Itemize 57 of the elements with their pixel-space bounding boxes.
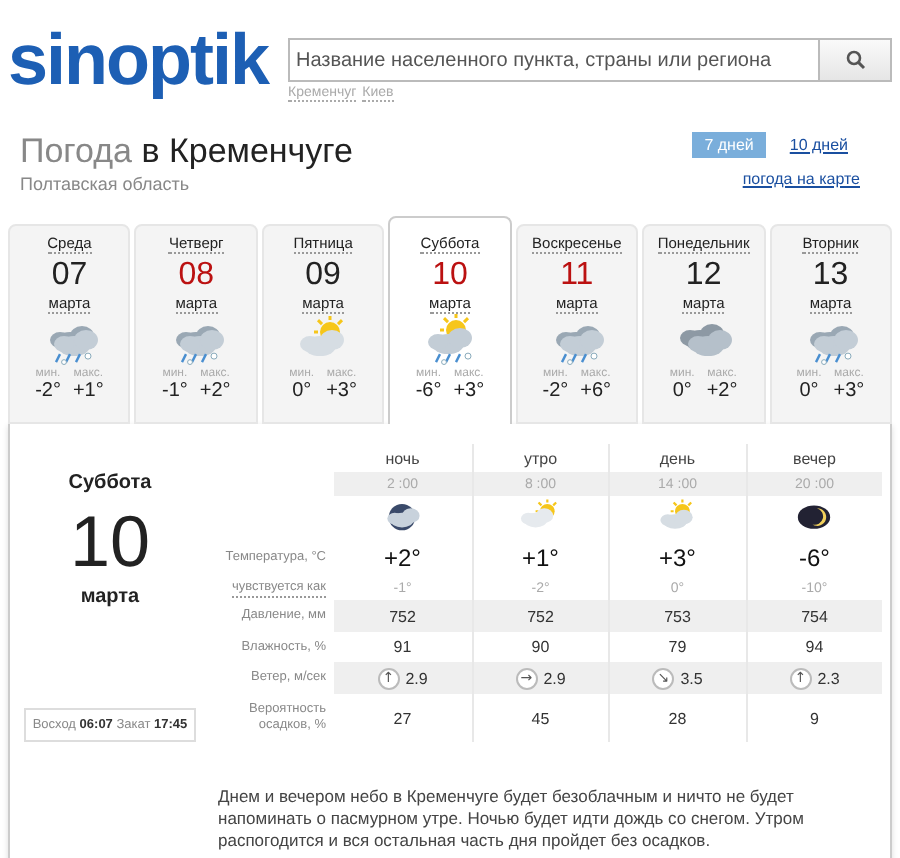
min-temperature: 0° [292,380,312,403]
day-date: 08 [178,258,215,294]
max-temperature: +3° [326,380,357,403]
min-temperature: -2° [542,380,569,403]
humidity-value: 90 [531,638,550,656]
search-button[interactable] [820,38,892,82]
day-date: 10 [432,258,468,294]
search-icon [845,50,865,70]
period-name: день [659,449,696,467]
temperature-value: +3° [659,544,696,572]
day-date: 07 [51,258,88,294]
max-temperature: +3° [453,380,485,403]
wind-speed-value: 3.5 [680,669,703,687]
day-date: 11 [560,258,594,294]
pressure-value: 752 [527,607,554,625]
max-temperature: +2° [706,380,738,403]
max-temperature: +2° [199,380,231,403]
sinoptik-logo[interactable]: sinoptik [8,16,269,104]
pressure-value: 752 [389,607,416,625]
humidity-value: 94 [805,638,824,656]
pressure-value: 754 [801,607,828,625]
max-temperature: +1° [72,380,104,403]
min-temperature: -1° [161,380,188,403]
period-name: ночь [385,449,420,467]
min-temperature: 0° [672,380,692,403]
page-title: Погода в Кременчуге [20,132,353,172]
day-date: 09 [305,258,341,294]
forecast-range-tab[interactable]: 10 дней [777,132,860,158]
search-field[interactable]: Название населенного пункта, страны или региона [288,38,820,82]
precipitation-value: 27 [393,709,412,727]
min-temperature: -6° [415,380,442,403]
min-temperature: 0° [799,380,819,403]
selected-date: 10 [69,502,151,582]
temperature-value: +1° [522,544,559,572]
min-temperature: -2° [35,380,61,403]
precipitation-value: 28 [668,709,687,727]
precipitation-value: 9 [810,709,819,727]
period-name: утро [523,449,558,467]
temperature-value: -6° [799,544,830,572]
period-name: вечер [793,449,836,467]
wind-speed-value: 2.9 [543,669,566,687]
wind-speed-value: 2.3 [817,669,840,687]
map-link[interactable]: погода на карте [742,170,860,188]
selected-weekday: Суббота [68,472,152,494]
day-date: 12 [685,258,722,294]
pressure-value: 753 [664,607,691,625]
temperature-value: +2° [384,544,421,572]
selected-month: марта [80,586,140,608]
precipitation-value: 45 [531,709,550,727]
humidity-value: 91 [393,638,412,656]
max-temperature: +3° [833,380,865,403]
humidity-value: 79 [668,638,687,656]
forecast-description: Днем и вечером небо в Кременчуге будет безоблачным и ничто не будет напоминать о пасмурном утре. Ночью будет идти дождь со снегом. Утром распогодится и вся остальная часть дня пройдет без осадков. [218,786,806,852]
wind-speed-value: 2.9 [405,669,428,687]
day-date: 13 [812,258,849,294]
region-name: Полтавская область [20,174,192,194]
max-temperature: +6° [580,380,612,403]
